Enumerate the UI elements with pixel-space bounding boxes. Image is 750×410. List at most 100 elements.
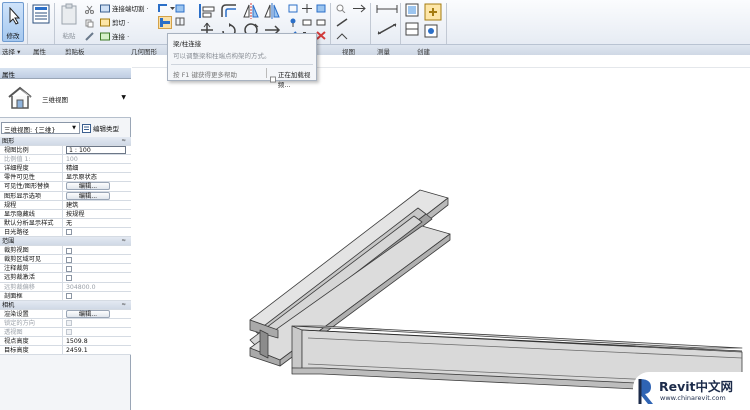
watermark-url: www.chinarevit.com — [660, 394, 726, 402]
property-name: 规程 — [4, 201, 17, 209]
property-name: 透视图 — [4, 328, 23, 336]
properties-title: 属性 — [2, 71, 15, 79]
tooltip-title: 梁/柱连接 — [173, 40, 202, 48]
pin-icon[interactable] — [288, 18, 298, 27]
split-gap-icon[interactable] — [316, 18, 326, 27]
panel-label-select[interactable]: 选择 ▾ — [2, 46, 20, 56]
property-value: 100 — [62, 155, 130, 164]
override-graphics-icon[interactable] — [352, 4, 366, 13]
property-checkbox[interactable] — [66, 247, 72, 254]
property-value[interactable]: 按规程 — [62, 209, 130, 218]
property-name: 比例值 1: — [4, 156, 31, 164]
type-selector[interactable]: 三维视图 ▼ — [0, 79, 131, 118]
property-value[interactable]: 1509.8 — [62, 337, 130, 346]
collapse-chevron-icon[interactable]: ≈ — [121, 137, 126, 146]
create-similar-icon[interactable] — [424, 3, 442, 21]
cut-label: 剪切 · — [112, 19, 130, 27]
property-checkbox — [66, 329, 72, 336]
property-value[interactable]: 精细 — [62, 164, 130, 173]
type-dropdown-arrow-icon[interactable]: ▼ — [121, 94, 126, 101]
property-value[interactable] — [62, 246, 130, 255]
category-label: 范围 — [2, 238, 15, 246]
property-value[interactable] — [62, 255, 130, 264]
tooltip-video-loading: 正在加载视频... — [270, 69, 316, 89]
property-category[interactable]: 相机 ≈ — [0, 300, 131, 310]
mirror-draw-axis-icon[interactable] — [263, 3, 281, 19]
property-value[interactable]: 2459.1 — [62, 346, 130, 355]
dimension-icon[interactable] — [376, 22, 398, 36]
cut-button[interactable]: 剪切 · — [100, 17, 129, 27]
create-assembly-icon[interactable] — [424, 24, 438, 38]
edit-button[interactable]: 编辑... — [66, 182, 110, 191]
3d-viewport[interactable] — [132, 68, 750, 410]
cope-button[interactable]: 连接端切割 · — [100, 3, 149, 13]
steel-beams-model[interactable] — [132, 68, 750, 410]
geometry-tool-1[interactable] — [158, 3, 175, 13]
property-value[interactable] — [62, 227, 130, 237]
property-value[interactable]: 显示原状态 — [62, 173, 130, 182]
beam-column-join-icon — [160, 18, 170, 27]
create-group-icon[interactable] — [405, 3, 419, 17]
unpin-icon[interactable] — [302, 18, 312, 27]
property-value[interactable]: 编辑... — [62, 191, 130, 200]
property-name: 裁剪区域可见 — [4, 256, 42, 264]
modify-button[interactable]: 修改 — [2, 2, 24, 42]
property-category[interactable]: 图形 ≈ — [0, 137, 131, 147]
collapse-chevron-icon[interactable]: ≈ — [121, 301, 126, 310]
delete-icon[interactable] — [316, 31, 326, 40]
paste-button[interactable]: 粘贴 — [59, 2, 79, 42]
property-category[interactable]: 范围 ≈ — [0, 237, 131, 247]
property-value[interactable] — [62, 264, 130, 273]
offset-icon[interactable] — [220, 3, 238, 19]
cut-icon-btn[interactable] — [85, 4, 94, 14]
property-checkbox[interactable] — [66, 293, 72, 300]
property-value[interactable]: 建筑 — [62, 200, 130, 209]
panel-label-properties: 属性 — [33, 48, 46, 56]
property-name: 注释裁剪 — [4, 265, 29, 273]
property-name: 可见性/图形替换 — [4, 183, 50, 191]
property-checkbox[interactable] — [66, 229, 72, 236]
property-checkbox[interactable] — [66, 256, 72, 263]
property-checkbox[interactable] — [66, 274, 72, 281]
move-icon[interactable] — [302, 4, 312, 13]
match-properties-btn[interactable] — [85, 31, 94, 41]
property-row: 注释裁剪 — [0, 264, 131, 274]
edit-type-label: 编辑类型 — [93, 125, 119, 133]
geometry-tool-3[interactable] — [175, 3, 185, 13]
geometry-tool-2[interactable] — [175, 16, 185, 26]
join-button[interactable]: 连接 · — [100, 31, 129, 41]
scale-icon[interactable] — [316, 4, 326, 13]
beam-column-join-button[interactable] — [158, 16, 172, 29]
watermark-brand: Revit中文网 — [659, 379, 734, 394]
tooltip-description: 可以调整梁和柱端点构架的方式。 — [173, 52, 271, 60]
create-parts-icon[interactable] — [405, 22, 419, 36]
edit-button[interactable]: 编辑... — [66, 191, 110, 200]
view-scale-input[interactable]: 1 : 100 — [66, 146, 126, 155]
tooltip-beam-column-join: 梁/柱连接 可以调整梁和柱端点构架的方式。 按 F1 键获得更多帮助 正在加载视… — [167, 33, 317, 89]
property-value[interactable]: 无 — [62, 218, 130, 227]
paint-view-icon[interactable] — [336, 31, 348, 40]
property-value[interactable]: 编辑... — [62, 309, 130, 318]
copy-icon-btn[interactable] — [85, 18, 94, 28]
instance-filter-select[interactable]: 三维视图: {三维} ▼ — [1, 122, 80, 134]
property-value[interactable]: 1 : 100 — [62, 146, 130, 155]
property-checkbox[interactable] — [66, 265, 72, 272]
collapse-chevron-icon[interactable]: ≈ — [121, 237, 126, 246]
cursor-arrow-icon — [9, 7, 20, 25]
edit-button[interactable]: 编辑... — [66, 309, 110, 318]
mirror-pick-axis-icon[interactable] — [242, 3, 260, 19]
linework-icon[interactable] — [336, 18, 348, 27]
property-value[interactable] — [62, 273, 130, 282]
edit-type-button[interactable]: 编辑类型 — [82, 123, 119, 133]
property-row: 可见性/图形替换 编辑... — [0, 182, 131, 192]
wall-join-icon — [158, 3, 167, 12]
paste-icon — [61, 3, 77, 25]
copy-element-icon[interactable] — [288, 4, 298, 13]
measure-between-icon[interactable] — [376, 4, 398, 14]
property-value[interactable] — [62, 291, 130, 300]
ribbon-panel-labels: 选择 ▾ 属性 剪贴板 几何图形 视图 测量 创建 — [0, 44, 750, 56]
property-value[interactable]: 编辑... — [62, 182, 130, 191]
hide-element-icon[interactable] — [336, 4, 346, 13]
properties-button[interactable] — [31, 2, 51, 42]
align-icon[interactable] — [198, 3, 216, 19]
